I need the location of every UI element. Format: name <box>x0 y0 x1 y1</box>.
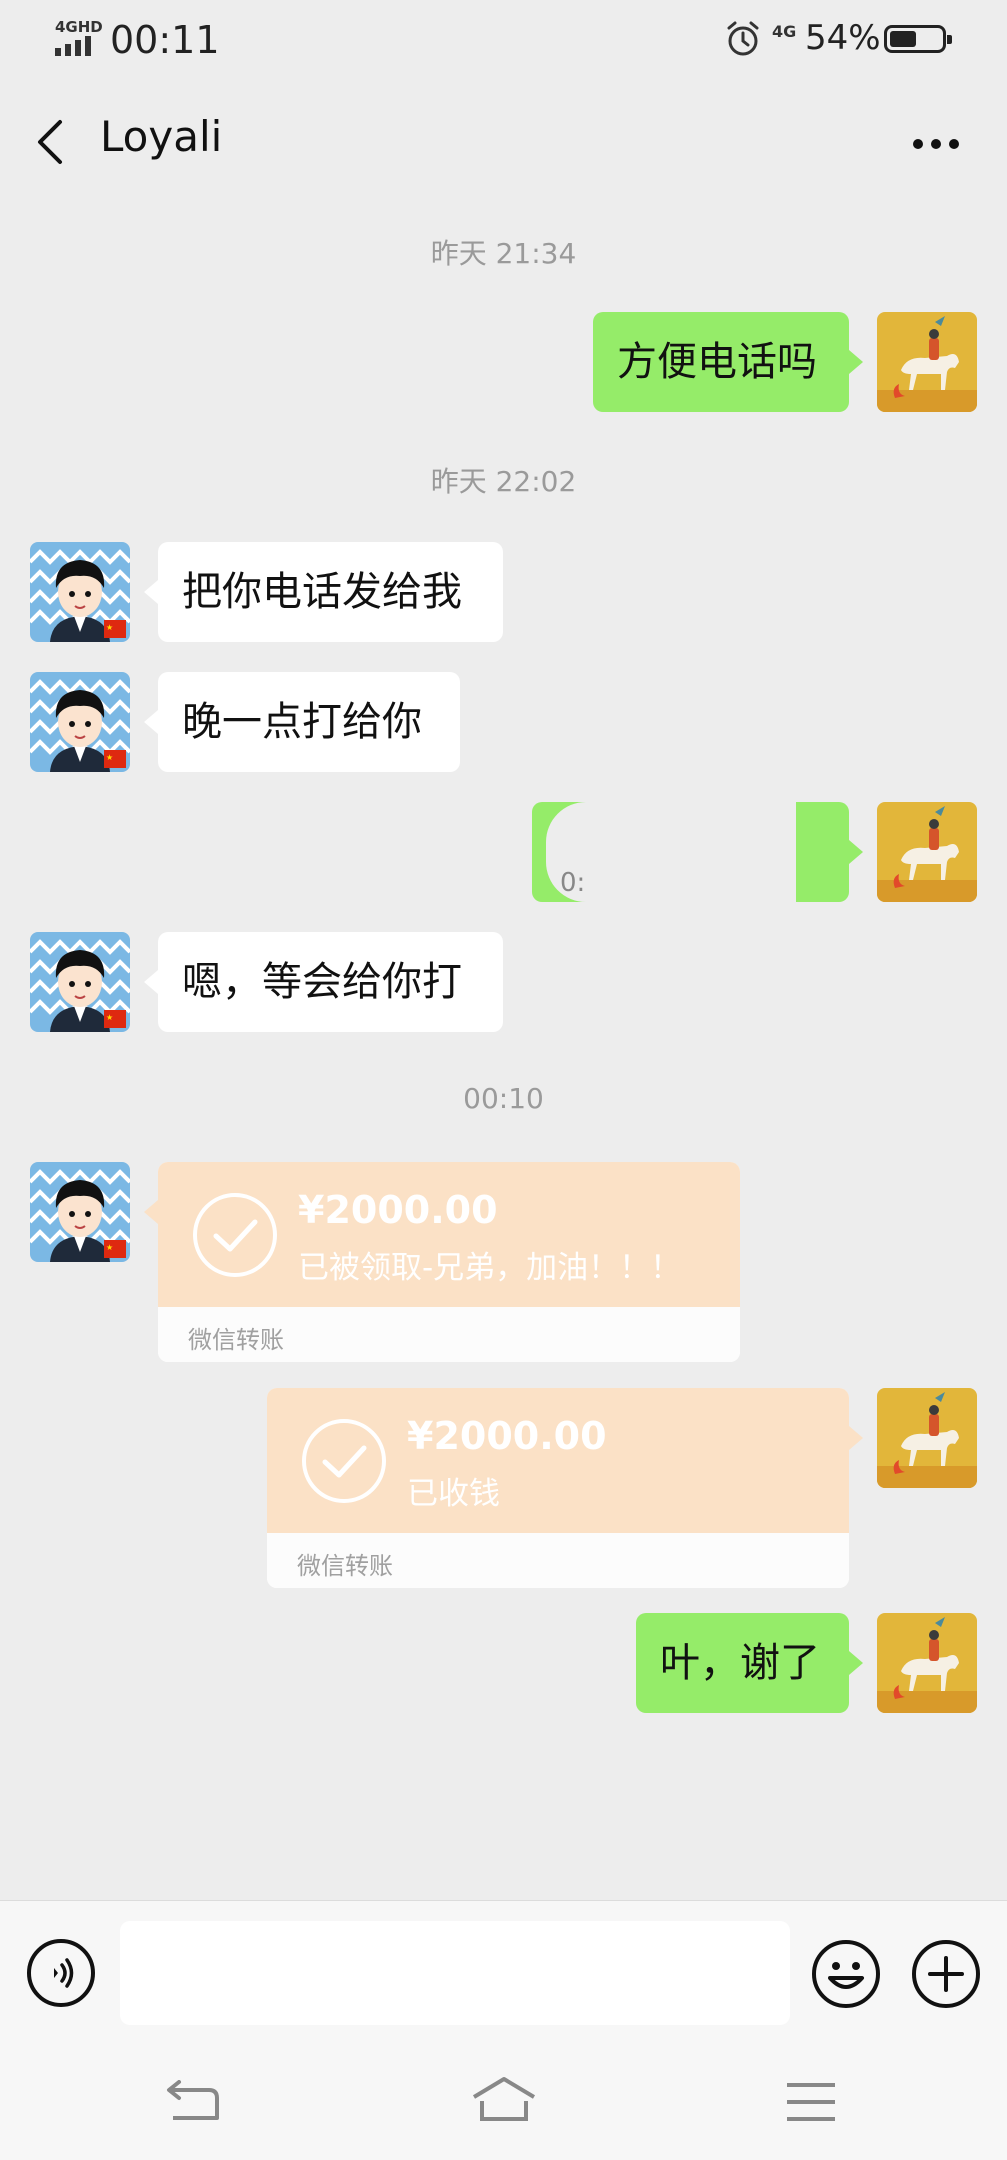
back-arrow-icon[interactable] <box>32 118 72 166</box>
message-bubble-outgoing-obscured[interactable]: 0: <box>532 802 849 902</box>
my-avatar[interactable] <box>877 312 977 412</box>
message-input[interactable] <box>120 1921 790 2025</box>
contact-avatar[interactable]: ★ <box>30 932 130 1032</box>
contact-name: Loyali <box>100 112 223 161</box>
battery-fill <box>890 31 916 47</box>
transfer-brand: 微信转账 <box>188 1326 284 1354</box>
my-avatar[interactable] <box>877 1388 977 1488</box>
alarm-icon <box>727 21 759 56</box>
transfer-status: 已收钱 <box>407 1476 500 1512</box>
message-bubble-incoming[interactable]: 嗯，等会给你打 <box>158 932 503 1032</box>
transfer-card-outgoing[interactable]: ¥2000.00 已收钱 微信转账 <box>267 1388 849 1588</box>
message-bubble-incoming[interactable]: 把你电话发给我 <box>158 542 503 642</box>
battery-percent: 54% <box>805 18 881 58</box>
transfer-status: 已被领取-兄弟，加油！！！ <box>298 1250 682 1286</box>
message-bubble-outgoing[interactable]: 方便电话吗 <box>593 312 849 412</box>
timestamp: 昨天 21:34 <box>430 237 577 270</box>
system-nav-bar <box>0 2045 1007 2160</box>
transfer-brand: 微信转账 <box>297 1552 393 1580</box>
input-bar <box>0 1900 1007 2046</box>
svg-text:★: ★ <box>106 1243 113 1252</box>
transfer-card-incoming[interactable]: ¥2000.00 已被领取-兄弟，加油！！！ 微信转账 <box>158 1162 740 1362</box>
my-avatar[interactable] <box>877 1613 977 1713</box>
emoji-icon[interactable] <box>810 1938 882 2010</box>
my-avatar[interactable] <box>877 802 977 902</box>
message-bubble-outgoing[interactable]: 叶，谢了 <box>636 1613 849 1713</box>
svg-text:★: ★ <box>106 753 113 762</box>
voice-icon[interactable] <box>26 1938 96 2008</box>
check-circle-icon <box>193 1193 277 1277</box>
contact-avatar[interactable]: ★ <box>30 1162 130 1262</box>
signal-icon <box>55 36 91 56</box>
transfer-amount: ¥2000.00 <box>298 1188 498 1232</box>
transfer-amount: ¥2000.00 <box>407 1414 607 1458</box>
svg-text:★: ★ <box>106 1013 113 1022</box>
network-4g-indicator: 4G <box>772 22 797 41</box>
message-bubble-incoming[interactable]: 晚一点打给你 <box>158 672 460 772</box>
nav-menu-icon[interactable] <box>785 2081 837 2123</box>
check-circle-icon <box>302 1419 386 1503</box>
chat-header: Loyali <box>0 80 1007 200</box>
contact-avatar[interactable]: ★ <box>30 542 130 642</box>
plus-icon[interactable] <box>910 1938 982 2010</box>
more-options-icon[interactable] <box>912 138 960 150</box>
svg-text:★: ★ <box>106 623 113 632</box>
status-bar: 4GHD 00:11 4G 54% <box>0 0 1007 80</box>
nav-home-icon[interactable] <box>470 2075 538 2125</box>
timestamp: 00:10 <box>463 1082 544 1115</box>
timestamp: 昨天 22:02 <box>430 465 577 498</box>
contact-avatar[interactable]: ★ <box>30 672 130 772</box>
network-indicator: 4GHD <box>55 18 103 36</box>
battery-icon <box>884 25 952 53</box>
nav-back-icon[interactable] <box>165 2080 221 2126</box>
obscured-text: 0: <box>560 868 586 898</box>
status-time: 00:11 <box>110 18 220 62</box>
